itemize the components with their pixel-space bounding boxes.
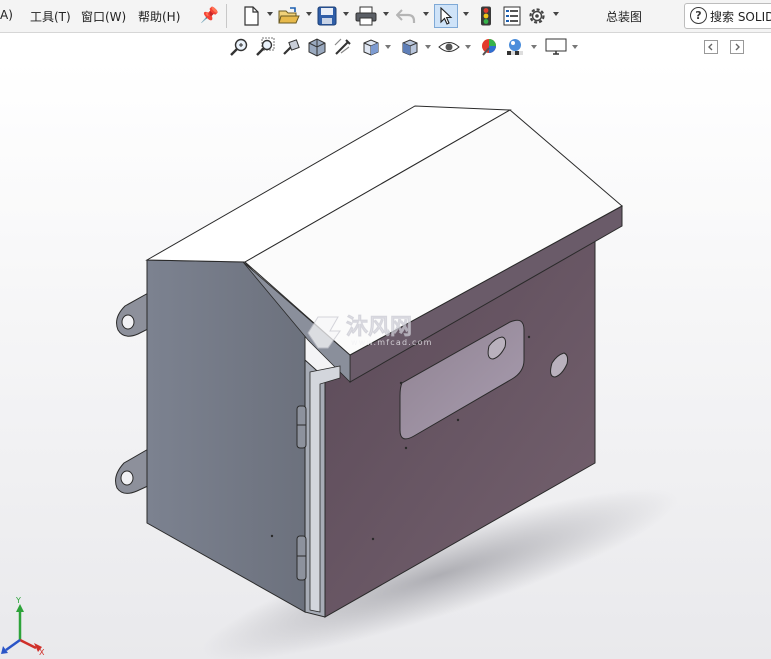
zoom-to-fit-icon [230,38,248,56]
select-dropdown-arrow[interactable] [463,12,469,16]
zoom-to-fit-button[interactable] [228,36,250,58]
zoom-to-area-button[interactable] [254,36,276,58]
dynamic-annotation-icon [334,38,351,55]
triad-y-label: Y [15,596,21,605]
print-icon [355,6,377,26]
chevron-left-box-icon [704,40,718,54]
options-button[interactable] [526,5,548,27]
print-dropdown-arrow[interactable] [383,12,389,16]
new-dropdown-arrow[interactable] [267,12,273,16]
new-document-button[interactable] [240,5,262,27]
view-orientation-icon [363,39,379,56]
hinge-lower [296,535,307,581]
toolbar-separator [226,4,227,28]
display-style-icon [402,39,418,56]
zoom-to-area-icon [256,37,275,56]
document-title: 总装图 [606,10,643,24]
edit-appearance-button[interactable] [478,36,500,58]
undo-dropdown-arrow[interactable] [423,12,429,16]
menu-help[interactable]: 帮助(H) [138,8,180,25]
open-icon [278,7,300,24]
open-button[interactable] [278,5,300,27]
save-button[interactable] [316,5,338,27]
watermark-brand: 沐风网 [346,315,412,340]
display-style-dropdown-arrow[interactable] [425,45,431,49]
hide-show-items-button[interactable] [438,36,460,58]
menu-bar: А) 工具(T) 窗口(W) 帮助(H) 📌 总装图 ? 搜索 SOLID [0,0,771,33]
rebuild-icon [481,6,491,26]
hide-show-dropdown-arrow[interactable] [465,45,471,49]
graphics-viewport[interactable]: 沐风网 www.mfcad.com Y X [0,61,771,659]
undo-icon [396,9,416,23]
options-icon [529,8,545,24]
print-button[interactable] [355,5,377,27]
help-question-icon[interactable]: ? [690,7,707,24]
file-properties-button[interactable] [501,5,523,27]
chevron-right-box-icon [730,40,744,54]
options-dropdown-arrow[interactable] [553,12,559,16]
panel-collapse-left-button[interactable] [700,36,722,58]
display-style-button[interactable] [399,36,421,58]
new-document-icon [244,6,259,26]
previous-view-icon [283,39,300,55]
heads-up-view-toolbar [0,33,771,61]
menu-window[interactable]: 窗口(W) [81,8,126,25]
hide-show-items-icon [438,42,460,52]
view-settings-dropdown-arrow[interactable] [572,45,578,49]
search-label: 搜索 SOLIDW [710,10,771,24]
select-button[interactable] [434,4,458,28]
file-properties-icon [503,6,521,26]
view-settings-button[interactable] [545,36,567,58]
rebuild-button[interactable] [475,5,497,27]
section-view-icon [308,38,326,57]
search-box[interactable]: ? 搜索 SOLIDW [684,3,771,29]
save-dropdown-arrow[interactable] [343,12,349,16]
edit-appearance-icon [482,39,496,56]
section-view-button[interactable] [306,36,328,58]
previous-view-button[interactable] [280,36,302,58]
open-dropdown-arrow[interactable] [306,12,312,16]
save-icon [317,6,337,26]
panel-collapse-right-button[interactable] [726,36,748,58]
hinge-upper [296,405,307,449]
select-icon [440,7,453,25]
view-orientation-button[interactable] [360,36,382,58]
monitor-icon [545,38,567,55]
undo-button[interactable] [395,5,417,27]
apply-scene-dropdown-arrow[interactable] [531,45,537,49]
view-orientation-dropdown-arrow[interactable] [385,45,391,49]
apply-scene-icon [507,39,523,55]
menu-view-partial[interactable]: А) [0,8,13,22]
pin-icon[interactable]: 📌 [200,6,219,24]
dynamic-annotation-button[interactable] [332,36,354,58]
watermark-url: www.mfcad.com [351,338,433,347]
triad-x-label: X [39,648,45,657]
apply-scene-button[interactable] [504,36,526,58]
menu-tools[interactable]: 工具(T) [30,8,71,25]
